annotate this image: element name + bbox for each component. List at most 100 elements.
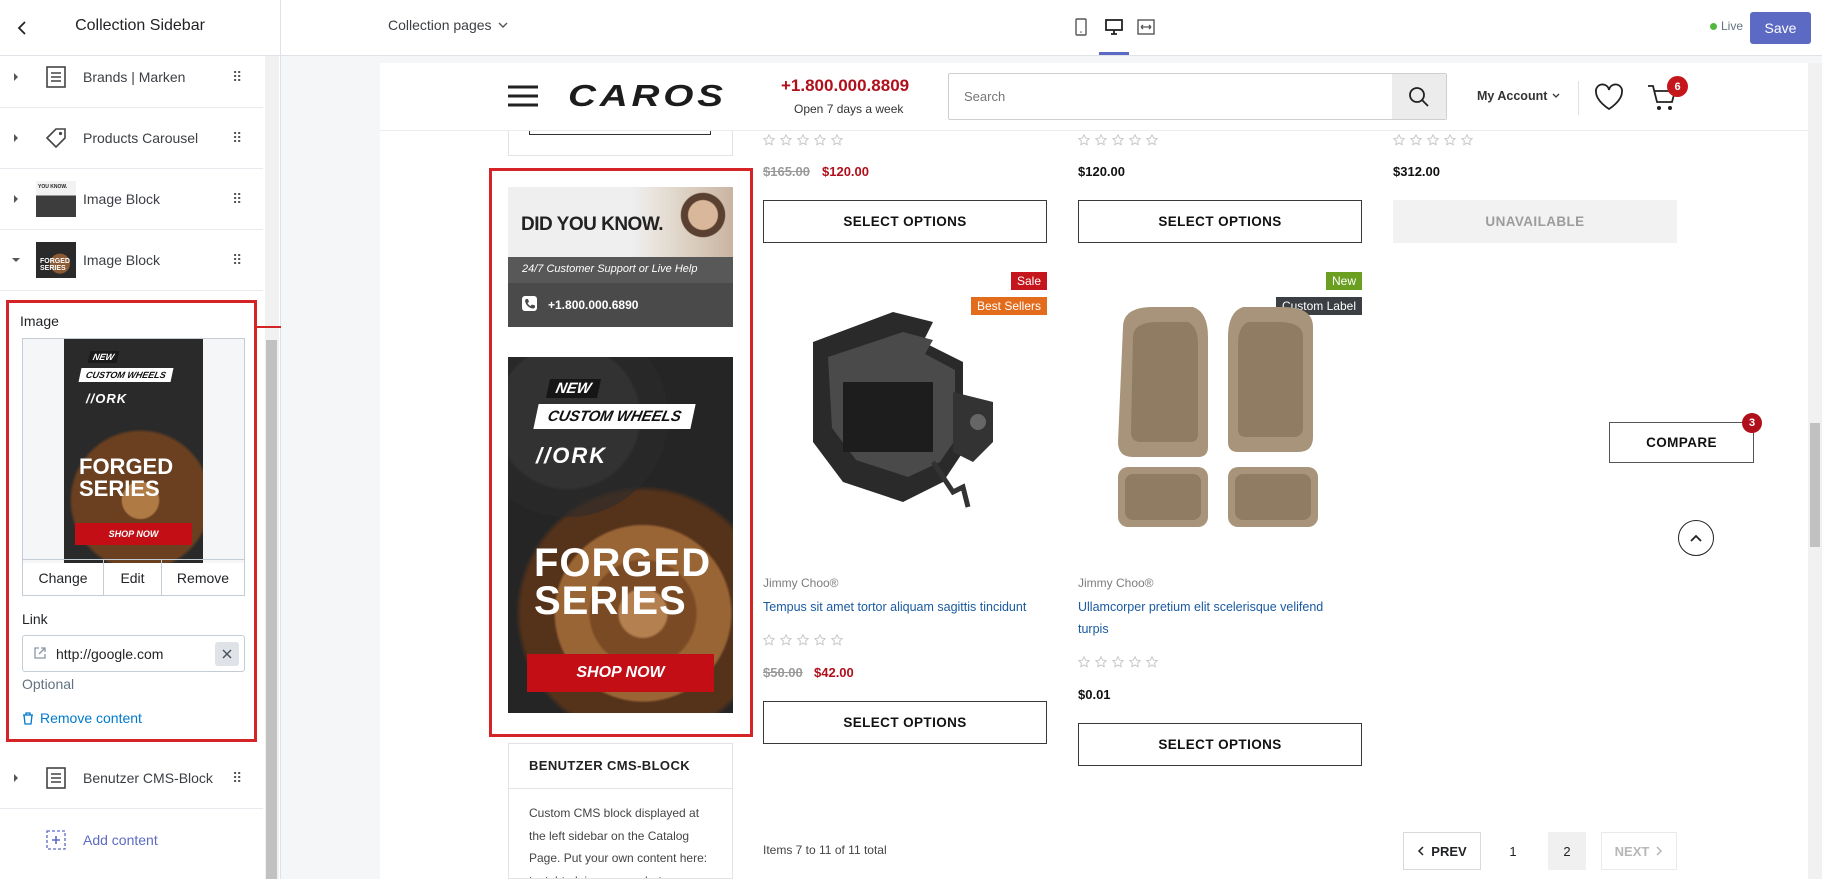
change-image-button[interactable]: Change bbox=[23, 560, 104, 595]
select-options-button[interactable]: SELECT OPTIONS bbox=[763, 200, 1047, 243]
caret-right-icon[interactable] bbox=[11, 773, 21, 783]
prev-page-button[interactable]: PREV bbox=[1403, 832, 1481, 870]
compare-button[interactable]: COMPARE bbox=[1609, 422, 1754, 463]
select-options-button[interactable]: SELECT OPTIONS bbox=[763, 701, 1047, 744]
store-logo[interactable]: CAROS bbox=[568, 78, 727, 114]
wishlist-heart-icon[interactable] bbox=[1594, 83, 1624, 111]
close-icon bbox=[222, 649, 232, 659]
image-preview: NEW CUSTOM WHEELS //ORK FORGED SERIES SH… bbox=[22, 338, 245, 563]
clear-link-button[interactable] bbox=[215, 642, 239, 666]
chevron-up-icon bbox=[1690, 534, 1702, 542]
add-content-button[interactable]: Add content bbox=[0, 809, 263, 870]
cms-text-line: Custom CMS block displayed at bbox=[529, 806, 700, 820]
product-title[interactable]: Tempus sit amet tortor aliquam sagittis … bbox=[763, 596, 1026, 618]
product-title[interactable]: Ullamcorper pretium elit scelerisque vel… bbox=[1078, 596, 1323, 640]
thumb-forged-label: FORGED bbox=[79, 454, 174, 479]
sidebar-item-cms-block[interactable]: Benutzer CMS-Block ⠿ bbox=[0, 748, 263, 809]
link-optional-hint: Optional bbox=[22, 676, 75, 692]
sidebar-widget-partial bbox=[508, 131, 733, 156]
banner2-shop-label: SHOP NOW bbox=[576, 664, 665, 681]
remove-content-label: Remove content bbox=[40, 710, 142, 726]
banner2-shop-button[interactable]: SHOP NOW bbox=[527, 654, 714, 692]
live-dot-icon bbox=[1710, 22, 1717, 30]
drag-handle-icon[interactable]: ⠿ bbox=[232, 252, 242, 269]
product-card[interactable]: New Custom Label Jimmy Choo® Ullamcorper… bbox=[1078, 272, 1362, 772]
dash-kit-image bbox=[813, 312, 993, 508]
store-search-button[interactable] bbox=[1392, 74, 1446, 119]
desktop-view-active-indicator bbox=[1099, 52, 1129, 55]
desktop-view-icon[interactable] bbox=[1104, 18, 1124, 36]
compare-count-badge: 3 bbox=[1742, 413, 1762, 433]
product-price: $0.01 bbox=[1078, 687, 1111, 702]
store-phone[interactable]: +1.800.000.8809 bbox=[781, 76, 909, 96]
banner2-custom-label: CUSTOM WHEELS bbox=[533, 404, 696, 429]
caret-right-icon[interactable] bbox=[11, 72, 21, 82]
sidebar-item-image-block-2[interactable]: FORGED SERIES Image Block ⠿ bbox=[0, 230, 263, 291]
drag-handle-icon[interactable]: ⠿ bbox=[232, 191, 242, 208]
page-2-button[interactable]: 2 bbox=[1548, 832, 1586, 870]
save-button-label: Save bbox=[1764, 20, 1797, 36]
sidebar-item-image-block-1[interactable]: YOU KNOW. Image Block ⠿ bbox=[0, 169, 263, 230]
sale-badge: Sale bbox=[1010, 272, 1047, 290]
save-button[interactable]: Save bbox=[1750, 12, 1811, 44]
sidebar-item-products-carousel[interactable]: Products Carousel ⠿ bbox=[0, 108, 263, 169]
cms-block-text: Custom CMS block displayed at the left s… bbox=[529, 802, 708, 878]
preview-scrollbar-thumb[interactable] bbox=[1810, 423, 1820, 547]
select-options-button[interactable]: SELECT OPTIONS bbox=[1078, 200, 1362, 243]
external-link-icon bbox=[34, 647, 46, 659]
select-options-button[interactable]: SELECT OPTIONS bbox=[1078, 723, 1362, 766]
add-section-icon bbox=[36, 822, 76, 858]
next-label: NEXT bbox=[1614, 843, 1650, 859]
cms-text-line: the left sidebar on the Catalog bbox=[529, 828, 690, 843]
store-search bbox=[948, 73, 1447, 120]
page-1-button[interactable]: 1 bbox=[1494, 832, 1532, 870]
link-input[interactable]: http://google.com bbox=[22, 635, 245, 672]
thumb-brand-label: //ORK bbox=[86, 391, 128, 406]
pagination-summary: Items 7 to 11 of 11 total bbox=[763, 843, 887, 857]
banner2-series: SERIES bbox=[534, 579, 687, 623]
image-thumbnail-icon: YOU KNOW. bbox=[36, 181, 76, 217]
back-to-top-button[interactable] bbox=[1678, 520, 1714, 556]
drag-handle-icon[interactable]: ⠿ bbox=[232, 770, 242, 787]
my-account-menu[interactable]: My Account bbox=[1477, 89, 1560, 103]
thumb-new-label: NEW bbox=[87, 351, 120, 363]
sidebar-scrollbar-thumb[interactable] bbox=[266, 340, 277, 879]
phone-icon bbox=[522, 296, 537, 311]
image-block-settings-panel: Image NEW CUSTOM WHEELS //ORK FORGED SER… bbox=[6, 300, 257, 742]
product-title-line: Ullamcorper pretium elit scelerisque vel… bbox=[1078, 600, 1324, 614]
banner2-forged: FORGED bbox=[534, 541, 712, 585]
sidebar-item-brands[interactable]: Brands | Marken ⠿ bbox=[0, 47, 263, 108]
banner1-phone: +1.800.000.6890 bbox=[548, 298, 639, 312]
compare-at-price: $50.00 bbox=[763, 665, 803, 680]
compare-label: COMPARE bbox=[1646, 435, 1717, 450]
remove-image-button[interactable]: Remove bbox=[162, 560, 244, 595]
page-icon bbox=[36, 59, 76, 95]
template-select[interactable]: Collection pages bbox=[388, 17, 508, 33]
add-content-label: Add content bbox=[83, 831, 158, 848]
edit-image-button[interactable]: Edit bbox=[104, 560, 162, 595]
product-price: $120.00 bbox=[1078, 164, 1125, 179]
support-banner[interactable]: DID YOU KNOW. 24/7 Customer Support or L… bbox=[508, 187, 733, 327]
rating-stars bbox=[763, 134, 843, 146]
product-title-line: turpis bbox=[1078, 622, 1109, 636]
caret-right-icon[interactable] bbox=[11, 133, 21, 143]
cart-count-badge: 6 bbox=[1667, 76, 1688, 97]
product-vendor: Jimmy Choo® bbox=[763, 576, 839, 590]
product-card[interactable]: Sale Best Sellers Jimmy Choo® Tempus sit… bbox=[763, 272, 1047, 744]
sidebar-title: Collection Sidebar bbox=[75, 17, 205, 34]
remove-content-link[interactable]: Remove content bbox=[22, 710, 142, 726]
drag-handle-icon[interactable]: ⠿ bbox=[232, 69, 242, 86]
caret-down-icon[interactable] bbox=[11, 255, 21, 265]
thumb-series-label: SERIES bbox=[79, 476, 160, 501]
sidebar-item-label: Products Carousel bbox=[83, 130, 199, 146]
chevron-right-icon bbox=[1656, 846, 1663, 856]
mobile-view-icon[interactable] bbox=[1074, 18, 1088, 36]
drag-handle-icon[interactable]: ⠿ bbox=[232, 130, 242, 147]
store-search-input[interactable] bbox=[949, 74, 1392, 119]
fullwidth-view-icon[interactable] bbox=[1136, 18, 1156, 36]
custom-wheels-banner[interactable]: NEW CUSTOM WHEELS //ORK FORGED SERIES SH… bbox=[508, 357, 733, 713]
caret-right-icon[interactable] bbox=[11, 194, 21, 204]
floor-mats-image bbox=[1118, 307, 1318, 527]
hamburger-menu-icon[interactable] bbox=[507, 85, 539, 107]
search-icon bbox=[1409, 86, 1429, 107]
